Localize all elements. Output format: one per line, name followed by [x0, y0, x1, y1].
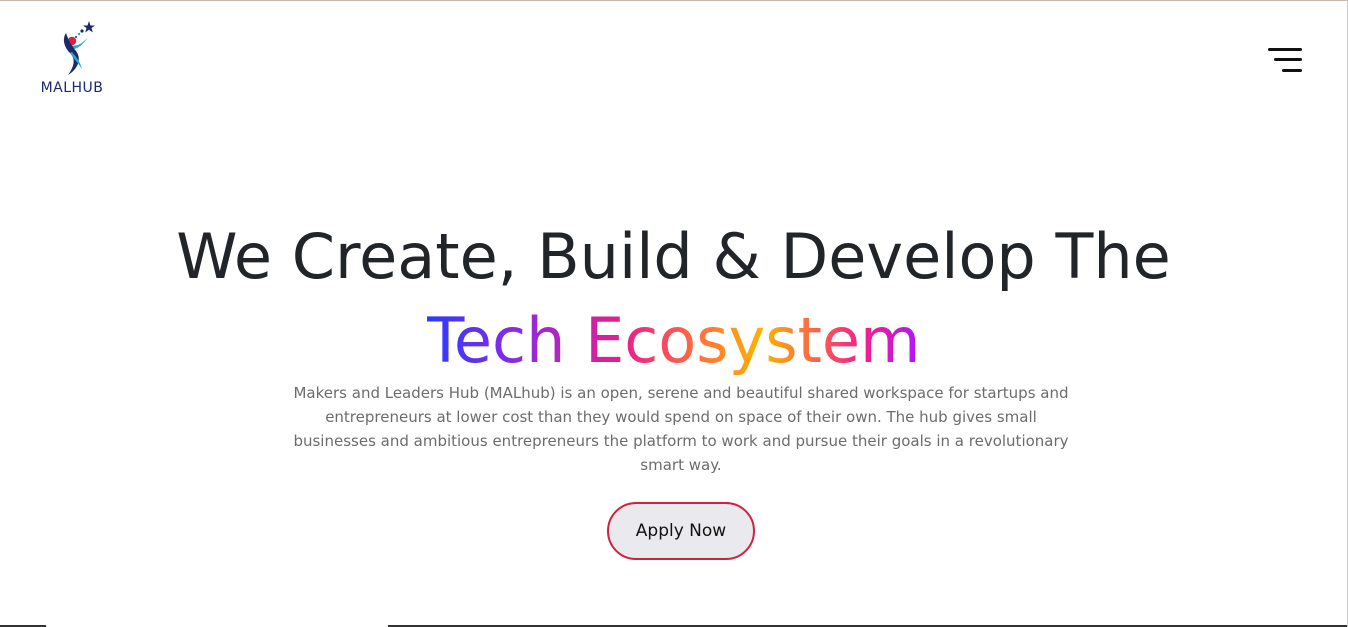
hero-title: We Create, Build & Develop The Tech Ecos… [0, 215, 1347, 383]
apply-now-button[interactable]: Apply Now [607, 502, 755, 560]
hamburger-menu-button[interactable] [1262, 45, 1302, 79]
page: MALHUB We Create, Build & Develop The Te… [0, 0, 1348, 627]
hero-description: Makers and Leaders Hub (MALhub) is an op… [293, 384, 1069, 474]
hamburger-menu-icon [1268, 48, 1302, 51]
hamburger-menu-icon-line [1274, 58, 1302, 61]
malhub-figure-logo-icon [63, 21, 95, 75]
brand-name: MALHUB [40, 80, 104, 96]
hamburger-menu-icon-line [1282, 69, 1302, 72]
hero-title-line: We Create, Build & Develop The [176, 220, 1171, 293]
brand-logo[interactable]: MALHUB [36, 17, 108, 101]
hero-title-highlight-line: Tech Ecosystem [0, 299, 1347, 383]
hero-title-highlight: Tech Ecosystem [426, 304, 921, 377]
